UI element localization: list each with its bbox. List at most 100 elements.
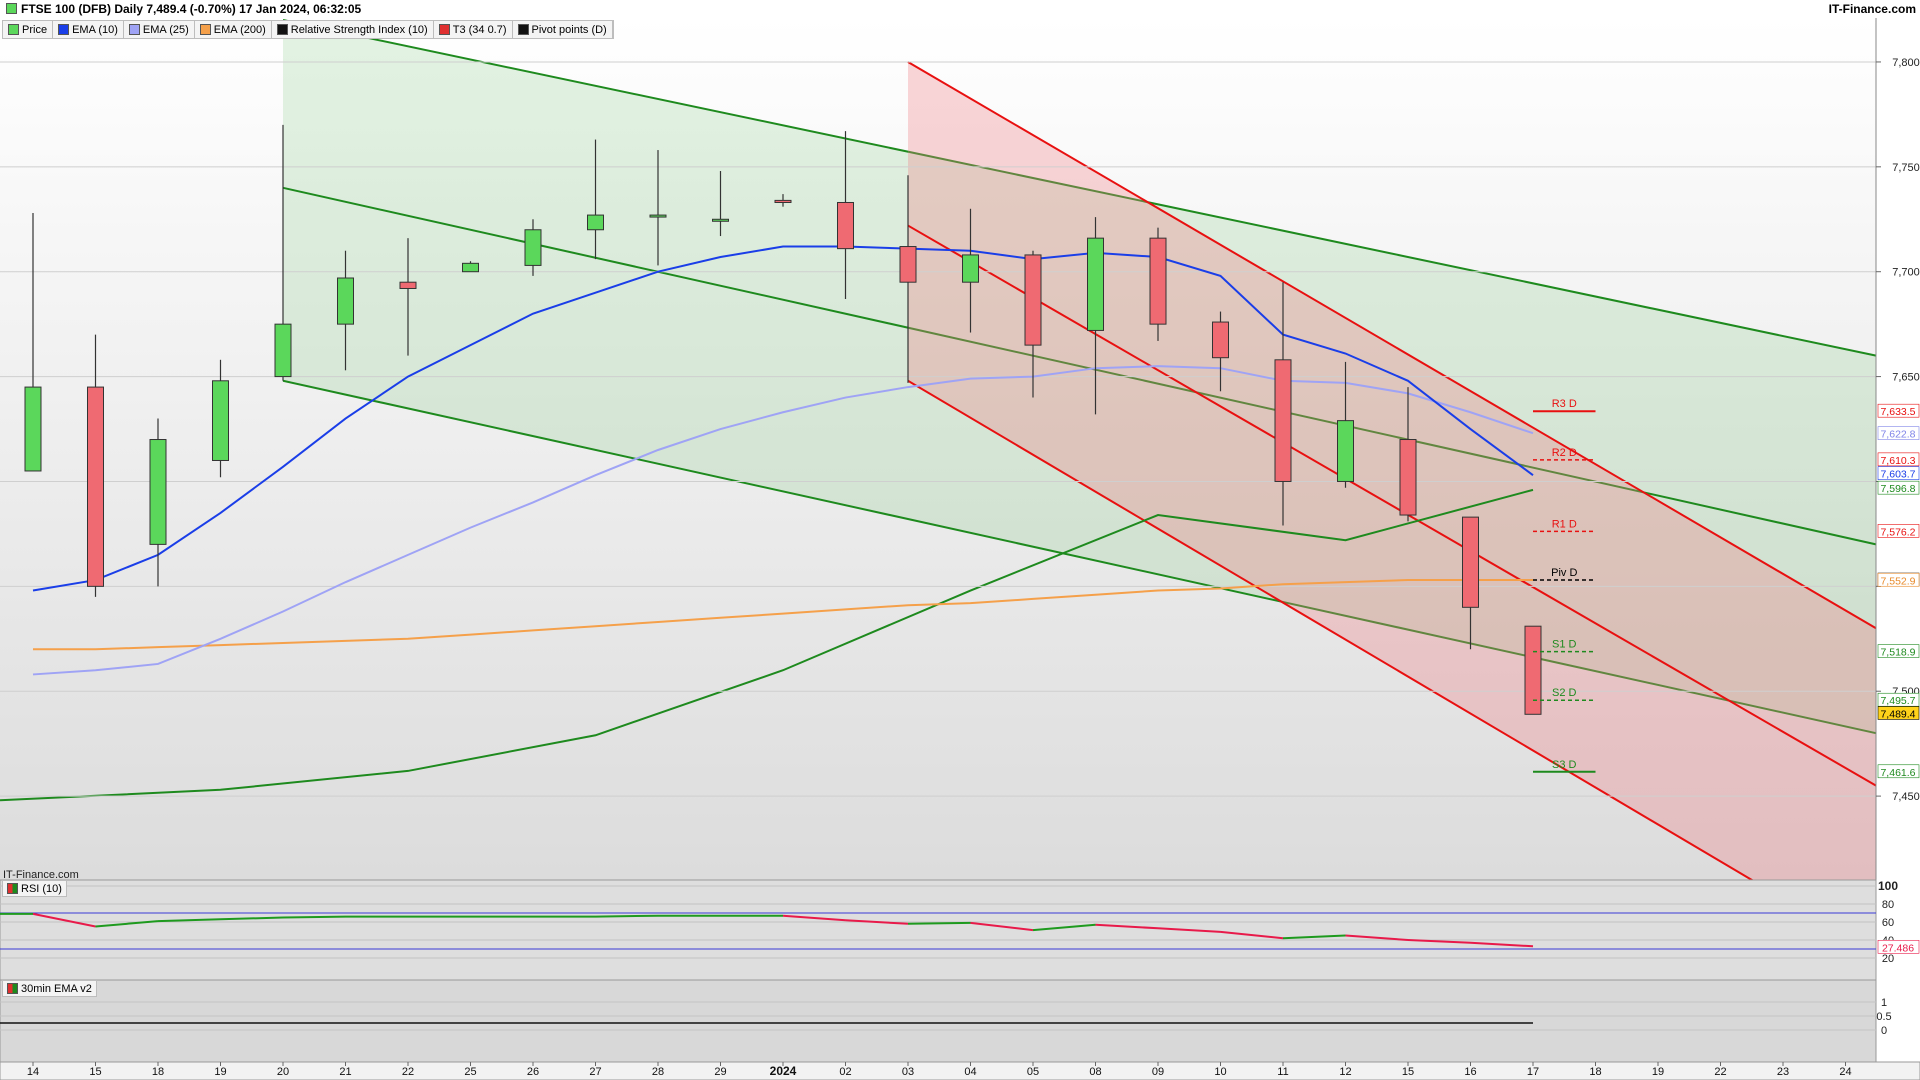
legend-item[interactable]: EMA (25) — [124, 21, 195, 38]
rsi-panel-label[interactable]: RSI (10) — [2, 880, 67, 897]
date-tick-label[interactable]: 26 — [527, 1066, 539, 1078]
price-tag-label: 7,622.8 — [1880, 429, 1915, 441]
date-tick-label[interactable]: 10 — [1214, 1066, 1226, 1078]
candle-down[interactable] — [1524, 625, 1542, 715]
candle-down[interactable] — [1149, 237, 1167, 325]
candle-up[interactable] — [1087, 237, 1104, 331]
candle-up[interactable] — [962, 254, 979, 283]
chart-title: FTSE 100 (DFB) Daily 7,489.4 (-0.70%) 17… — [6, 0, 361, 18]
date-tick-label[interactable]: 15 — [1402, 1066, 1414, 1078]
candle-up[interactable] — [1337, 420, 1354, 482]
price-tag-label: 7,461.6 — [1880, 767, 1915, 779]
pivot-label: R1 D — [1552, 518, 1577, 530]
price-tick-label: 7,650 — [1892, 372, 1920, 384]
legend-item[interactable]: Pivot points (D) — [513, 21, 613, 38]
ema30-tick-label: 0 — [1881, 1025, 1887, 1037]
price-tag-label: 7,610.3 — [1880, 455, 1915, 467]
candle-down[interactable] — [899, 246, 917, 283]
date-tick-label[interactable]: 09 — [1152, 1066, 1164, 1078]
date-tick-label[interactable]: 20 — [277, 1066, 289, 1078]
date-tick-label[interactable]: 22 — [1714, 1066, 1726, 1078]
legend-label: Relative Strength Index (10) — [290, 23, 428, 36]
price-tag-label: 7,552.9 — [1880, 575, 1915, 587]
legend-label: Price — [22, 23, 48, 36]
date-tick-label[interactable]: 04 — [964, 1066, 976, 1078]
date-tick-label[interactable]: 2024 — [770, 1064, 797, 1078]
date-tick-label[interactable]: 18 — [1589, 1066, 1601, 1078]
candle-up[interactable] — [337, 277, 354, 325]
legend-item[interactable]: Price — [3, 21, 54, 38]
legend-item[interactable]: EMA (200) — [195, 21, 272, 38]
candle-up[interactable] — [24, 386, 42, 472]
price-tick-label: 7,750 — [1892, 162, 1920, 174]
ema30-panel-bg — [0, 979, 1877, 1063]
ema30-panel[interactable]: 10.50 — [0, 979, 1892, 1063]
ema30-panel-label[interactable]: 30min EMA v2 — [2, 980, 97, 997]
legend-swatch-icon — [199, 24, 211, 35]
candle-down[interactable] — [1212, 321, 1229, 359]
price-tag-label: 7,576.2 — [1880, 526, 1915, 538]
rsi-tick-label: 80 — [1882, 899, 1894, 911]
date-tick-label[interactable]: 19 — [1652, 1066, 1664, 1078]
date-tick-label[interactable]: 16 — [1464, 1066, 1476, 1078]
candle-up[interactable] — [524, 229, 542, 266]
legend-item[interactable]: EMA (10) — [53, 21, 124, 38]
brand-label[interactable]: IT-Finance.com — [1829, 0, 1916, 18]
candle-down[interactable] — [399, 281, 417, 289]
date-axis[interactable]: 14 15 18 19 20 21 22 25 26 27 28 29 2024 02 03 04 05 08 09… — [0, 1061, 1920, 1080]
date-tick-label[interactable]: 27 — [589, 1066, 601, 1078]
date-tick-label[interactable]: 24 — [1839, 1066, 1851, 1078]
date-tick-label[interactable]: 05 — [1027, 1066, 1039, 1078]
candle-up[interactable] — [712, 218, 729, 222]
candle-down[interactable] — [1462, 516, 1479, 608]
legend-swatch-icon — [128, 24, 140, 35]
date-tick-label[interactable]: 25 — [464, 1066, 476, 1078]
price-tag-label: 7,489.4 — [1880, 708, 1915, 720]
candle-down[interactable] — [774, 199, 792, 203]
pivot-label: R2 D — [1552, 447, 1577, 459]
pivot-label: S1 D — [1552, 639, 1577, 651]
candle-up[interactable] — [274, 323, 292, 378]
rsi-panel[interactable]: 1008060402027.486 — [0, 879, 1920, 981]
date-tick-label[interactable]: 17 — [1527, 1066, 1539, 1078]
date-tick-label[interactable]: 19 — [214, 1066, 226, 1078]
candle-down[interactable] — [1399, 439, 1417, 516]
candle-up[interactable] — [462, 262, 479, 273]
legend-swatch-icon — [8, 24, 19, 35]
legend-item[interactable]: T3 (34 0.7) — [434, 21, 513, 38]
date-tick-label[interactable]: 12 — [1339, 1066, 1351, 1078]
legend-item[interactable]: Relative Strength Index (10) — [272, 21, 434, 38]
date-tick-label[interactable]: 08 — [1089, 1066, 1101, 1078]
legend-swatch-icon — [58, 24, 70, 35]
date-tick-label[interactable]: 14 — [27, 1066, 39, 1078]
candle-up[interactable] — [149, 439, 167, 545]
candle-up[interactable] — [212, 380, 229, 461]
candle-up[interactable] — [649, 214, 667, 218]
date-tick-label[interactable]: 22 — [402, 1066, 414, 1078]
rsi-color-icon — [7, 883, 18, 894]
date-tick-label[interactable]: 23 — [1777, 1066, 1789, 1078]
date-tick-label[interactable]: 18 — [152, 1066, 164, 1078]
chart-canvas[interactable]: R3 DR2 DR1 DPiv DS1 DS2 DS3 D 7,4507,500… — [0, 0, 1920, 1080]
indicator-legend[interactable]: Price EMA (10) EMA (25) EMA (200) Relative S… — [2, 20, 614, 39]
date-tick-label[interactable]: 15 — [89, 1066, 101, 1078]
candle-down[interactable] — [1024, 254, 1042, 346]
rsi-tag-label: 27.486 — [1882, 942, 1914, 954]
ema30-color-icon — [7, 983, 18, 994]
legend-label: T3 (34 0.7) — [452, 23, 507, 36]
candle-down[interactable] — [837, 201, 854, 250]
pivot-label: Piv D — [1551, 567, 1577, 579]
legend-label: Pivot points (D) — [531, 23, 607, 36]
date-tick-label[interactable]: 28 — [652, 1066, 664, 1078]
date-tick-label[interactable]: 21 — [339, 1066, 351, 1078]
price-tick-label: 7,800 — [1892, 57, 1920, 69]
rsi-segment — [907, 921, 971, 925]
candle-up[interactable] — [587, 214, 604, 231]
date-tick-label[interactable]: 29 — [714, 1066, 726, 1078]
candle-down[interactable] — [87, 386, 104, 587]
date-tick-label[interactable]: 02 — [839, 1066, 851, 1078]
date-tick-label[interactable]: 11 — [1277, 1066, 1288, 1078]
rsi-tick-label: 100 — [1878, 879, 1898, 893]
candle-down[interactable] — [1274, 359, 1292, 482]
date-tick-label[interactable]: 03 — [902, 1066, 914, 1078]
